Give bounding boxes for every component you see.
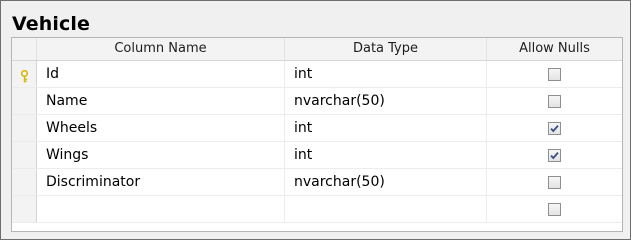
header-data-type[interactable]: Data Type [285,38,487,60]
header-allow-nulls[interactable]: Allow Nulls [487,38,622,60]
table-row[interactable]: Wheels int [12,115,622,142]
key-icon [20,68,29,87]
allow-nulls-cell [487,61,622,87]
row-selector[interactable] [12,61,37,87]
columns-grid: Column Name Data Type Allow Nulls Id int [11,37,623,232]
checkmark-icon [550,125,559,133]
data-type-cell[interactable]: nvarchar(50) [285,88,487,114]
row-selector[interactable] [12,142,37,168]
data-type-cell[interactable]: int [285,61,487,87]
column-name-cell[interactable]: Name [37,88,285,114]
table-row-new[interactable] [12,196,622,223]
table-row[interactable]: Wings int [12,142,622,169]
checkmark-icon [550,152,559,160]
row-selector[interactable] [12,196,37,222]
allow-nulls-cell [487,169,622,195]
data-type-cell[interactable]: nvarchar(50) [285,169,487,195]
data-type-cell[interactable] [285,196,487,222]
data-type-cell[interactable]: int [285,115,487,141]
header-column-name[interactable]: Column Name [37,38,285,60]
data-type-cell[interactable]: int [285,142,487,168]
table-title: Vehicle [12,13,90,35]
allow-nulls-cell [487,88,622,114]
grid-header: Column Name Data Type Allow Nulls [12,38,622,61]
column-name-cell[interactable] [37,196,285,222]
column-name-cell[interactable]: Wings [37,142,285,168]
row-selector[interactable] [12,115,37,141]
column-name-cell[interactable]: Id [37,61,285,87]
row-selector[interactable] [12,169,37,195]
column-name-cell[interactable]: Wheels [37,115,285,141]
allow-nulls-checkbox[interactable] [548,203,561,216]
allow-nulls-cell [487,115,622,141]
table-row[interactable]: Id int [12,61,622,88]
table-row[interactable]: Discriminator nvarchar(50) [12,169,622,196]
table-row[interactable]: Name nvarchar(50) [12,88,622,115]
allow-nulls-checkbox[interactable] [548,68,561,81]
row-selector[interactable] [12,88,37,114]
allow-nulls-cell [487,142,622,168]
allow-nulls-checkbox[interactable] [548,176,561,189]
allow-nulls-checkbox[interactable] [548,122,561,135]
allow-nulls-checkbox[interactable] [548,149,561,162]
allow-nulls-checkbox[interactable] [548,95,561,108]
column-name-cell[interactable]: Discriminator [37,169,285,195]
allow-nulls-cell [487,196,622,222]
header-row-selector [12,38,37,60]
table-designer-window: Vehicle Column Name Data Type Allow Null… [0,0,631,240]
